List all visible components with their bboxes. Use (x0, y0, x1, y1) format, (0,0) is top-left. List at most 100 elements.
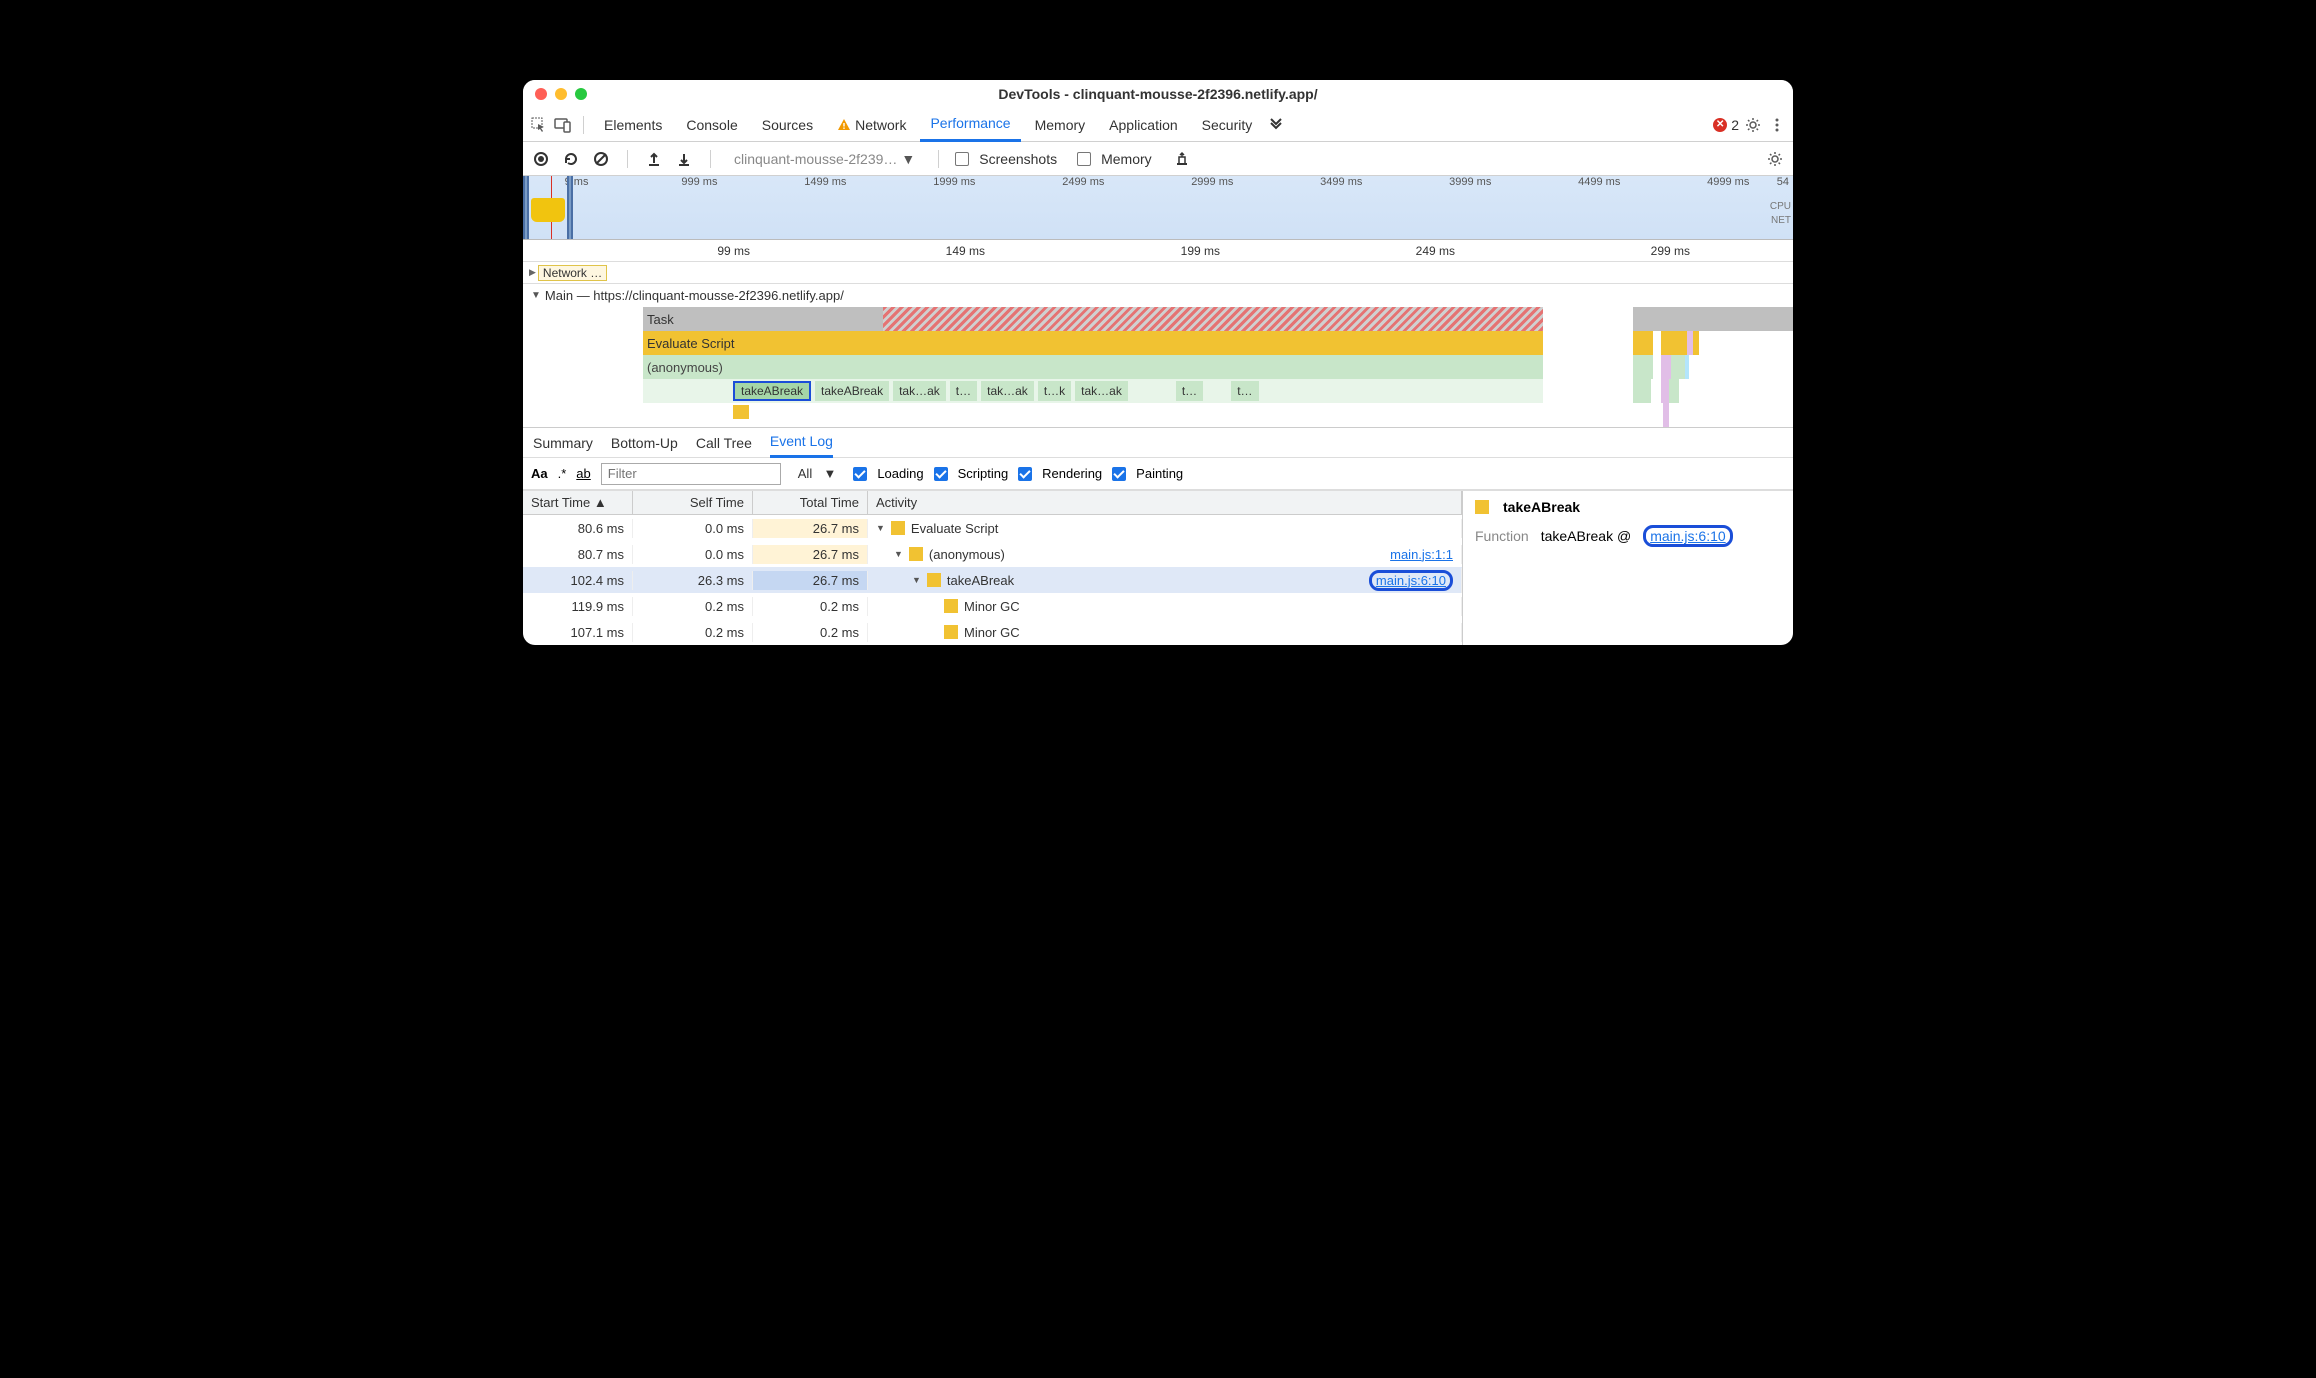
tab-elements[interactable]: Elements (594, 108, 672, 142)
tab-event-log[interactable]: Event Log (770, 428, 833, 458)
flame-task[interactable]: Task (643, 307, 1543, 331)
expand-icon[interactable]: ▼ (894, 549, 903, 559)
tab-summary[interactable]: Summary (533, 435, 593, 451)
filter-bar: Aa .* ab All ▼ Loading Scripting Renderi… (523, 458, 1793, 490)
minimize-window[interactable] (555, 88, 567, 100)
screenshots-label: Screenshots (979, 151, 1057, 167)
devtools-tabbar: Elements Console Sources Network Perform… (523, 108, 1793, 142)
range-handle-right[interactable] (567, 176, 573, 239)
rendering-checkbox[interactable] (1018, 467, 1032, 481)
tab-security[interactable]: Security (1192, 108, 1263, 142)
overview-labels: CPU NET (1770, 200, 1791, 228)
tab-memory[interactable]: Memory (1025, 108, 1096, 142)
expand-icon[interactable]: ▼ (876, 523, 885, 533)
event-log-table: Start Time ▲ Self Time Total Time Activi… (523, 491, 1463, 645)
fullscreen-window[interactable] (575, 88, 587, 100)
flame-call[interactable]: t…k (1038, 381, 1071, 401)
close-window[interactable] (535, 88, 547, 100)
flame-call[interactable]: t… (1231, 381, 1258, 401)
table-header: Start Time ▲ Self Time Total Time Activi… (523, 491, 1462, 515)
flame-call-selected[interactable]: takeABreak (733, 381, 811, 401)
flame-call[interactable]: t… (1176, 381, 1203, 401)
flame-call[interactable]: takeABreak (815, 381, 889, 401)
bottom-content: Start Time ▲ Self Time Total Time Activi… (523, 490, 1793, 645)
loading-checkbox[interactable] (853, 467, 867, 481)
table-row[interactable]: 80.7 ms0.0 ms26.7 ms▼(anonymous)main.js:… (523, 541, 1462, 567)
source-link[interactable]: main.js:6:10 (1369, 570, 1453, 591)
kebab-menu-icon[interactable] (1767, 115, 1787, 135)
category-color-icon (891, 521, 905, 535)
flame-evaluate-script[interactable]: Evaluate Script (643, 331, 1543, 355)
tab-network[interactable]: Network (827, 108, 916, 142)
clear-icon[interactable] (591, 149, 611, 169)
tab-call-tree[interactable]: Call Tree (696, 435, 752, 451)
flame-chart[interactable]: Task Evaluate Script (anonymous) takeABr… (523, 307, 1633, 427)
table-row[interactable]: 107.1 ms0.2 ms0.2 msMinor GC (523, 619, 1462, 645)
detail-function-label: Function (1475, 528, 1529, 544)
flame-call[interactable]: tak…ak (981, 381, 1034, 401)
category-color-icon (1475, 500, 1489, 514)
tab-performance[interactable]: Performance (920, 108, 1020, 142)
col-start-time[interactable]: Start Time ▲ (523, 491, 633, 514)
download-icon[interactable] (674, 149, 694, 169)
col-activity[interactable]: Activity (868, 491, 1462, 514)
record-icon[interactable] (531, 149, 551, 169)
profile-dropdown[interactable]: clinquant-mousse-2f239… ▼ (727, 148, 922, 170)
inspect-icon[interactable] (529, 115, 549, 135)
warning-icon (837, 118, 851, 132)
tab-application[interactable]: Application (1099, 108, 1188, 142)
collapse-icon: ▼ (531, 290, 541, 301)
table-row[interactable]: 102.4 ms26.3 ms26.7 ms▼takeABreakmain.js… (523, 567, 1462, 593)
level-dropdown[interactable]: All ▼ (791, 463, 844, 484)
upload-icon[interactable] (644, 149, 664, 169)
flame-call[interactable]: tak…ak (1075, 381, 1128, 401)
reload-icon[interactable] (561, 149, 581, 169)
col-total-time[interactable]: Total Time (753, 491, 868, 514)
table-row[interactable]: 80.6 ms0.0 ms26.7 ms▼Evaluate Script (523, 515, 1462, 541)
gear-icon[interactable] (1765, 149, 1785, 169)
flame-call[interactable]: t… (950, 381, 977, 401)
memory-label: Memory (1101, 151, 1152, 167)
detail-ruler: 99 ms149 ms199 ms249 ms299 ms (523, 240, 1793, 262)
device-toggle-icon[interactable] (553, 115, 573, 135)
detail-tabs: Summary Bottom-Up Call Tree Event Log (523, 428, 1793, 458)
separator (627, 150, 628, 168)
gear-icon[interactable] (1743, 115, 1763, 135)
detail-source-link[interactable]: main.js:6:10 (1643, 525, 1732, 547)
memory-checkbox[interactable] (1077, 152, 1091, 166)
main-thread-header[interactable]: ▼ Main — https://clinquant-mousse-2f2396… (523, 284, 1793, 307)
table-row[interactable]: 119.9 ms0.2 ms0.2 msMinor GC (523, 593, 1462, 619)
painting-checkbox[interactable] (1112, 467, 1126, 481)
flame-anonymous[interactable]: (anonymous) (643, 355, 1543, 379)
expand-icon[interactable]: ▼ (912, 575, 921, 585)
overview-cpu-block (531, 198, 565, 222)
network-track[interactable]: ▶ Network … (523, 262, 1793, 284)
traffic-lights (535, 88, 587, 100)
activity-label: takeABreak (947, 573, 1014, 588)
garbage-icon[interactable] (1172, 149, 1192, 169)
filter-input[interactable] (601, 463, 781, 485)
scripting-checkbox[interactable] (934, 467, 948, 481)
activity-label: (anonymous) (929, 547, 1005, 562)
detail-function-name: takeABreak @ (1541, 528, 1631, 544)
devtools-window: DevTools - clinquant-mousse-2f2396.netli… (523, 80, 1793, 645)
flame-call[interactable]: tak…ak (893, 381, 946, 401)
match-case-icon[interactable]: Aa (531, 466, 548, 481)
more-tabs-icon[interactable] (1266, 115, 1286, 135)
titlebar: DevTools - clinquant-mousse-2f2396.netli… (523, 80, 1793, 108)
whole-word-icon[interactable]: ab (576, 466, 590, 481)
expand-icon: ▶ (529, 267, 536, 278)
tab-console[interactable]: Console (676, 108, 747, 142)
separator (583, 116, 584, 134)
error-count[interactable]: ✕ 2 (1713, 117, 1739, 133)
activity-label: Evaluate Script (911, 521, 998, 536)
tab-bottom-up[interactable]: Bottom-Up (611, 435, 678, 451)
overview-timeline[interactable]: 9 ms 999 ms 1499 ms 1999 ms 2499 ms 2999… (523, 176, 1793, 240)
regex-icon[interactable]: .* (558, 466, 567, 481)
activity-label: Minor GC (964, 599, 1020, 614)
col-self-time[interactable]: Self Time (633, 491, 753, 514)
tab-sources[interactable]: Sources (752, 108, 823, 142)
screenshots-checkbox[interactable] (955, 152, 969, 166)
source-link[interactable]: main.js:1:1 (1390, 547, 1453, 562)
range-handle-left[interactable] (523, 176, 529, 239)
